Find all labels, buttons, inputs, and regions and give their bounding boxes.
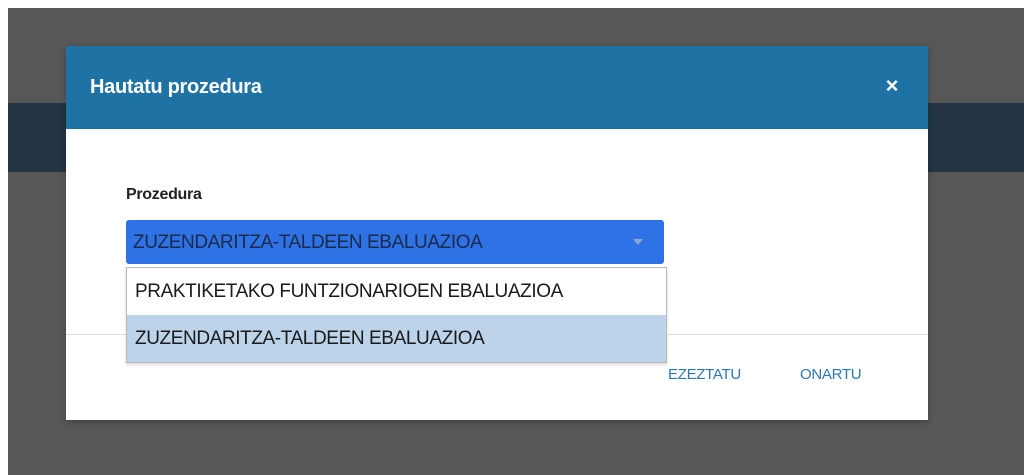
page-background: Hautatu prozedura × Prozedura ZUZENDARIT…: [8, 8, 1024, 475]
close-icon[interactable]: ×: [880, 74, 904, 98]
procedure-modal: Hautatu prozedura × Prozedura ZUZENDARIT…: [66, 46, 928, 420]
procedure-select[interactable]: ZUZENDARITZA-TALDEEN EBALUAZIOA: [126, 220, 664, 264]
chevron-down-icon: [633, 239, 643, 245]
procedure-dropdown-list: PRAKTIKETAKO FUNTZIONARIOEN EBALUAZIOA Z…: [126, 267, 667, 363]
modal-header: Hautatu prozedura ×: [66, 46, 928, 129]
accept-button[interactable]: ONARTU: [800, 366, 862, 383]
modal-title: Hautatu prozedura: [90, 76, 262, 98]
procedure-select-value: ZUZENDARITZA-TALDEEN EBALUAZIOA: [133, 232, 483, 253]
dropdown-option-zuzendaritza[interactable]: ZUZENDARITZA-TALDEEN EBALUAZIOA: [127, 315, 666, 362]
dropdown-option-praktiketako[interactable]: PRAKTIKETAKO FUNTZIONARIOEN EBALUAZIOA: [127, 268, 666, 315]
procedure-field-label: Prozedura: [126, 186, 202, 203]
cancel-button[interactable]: EZEZTATU: [668, 366, 741, 383]
